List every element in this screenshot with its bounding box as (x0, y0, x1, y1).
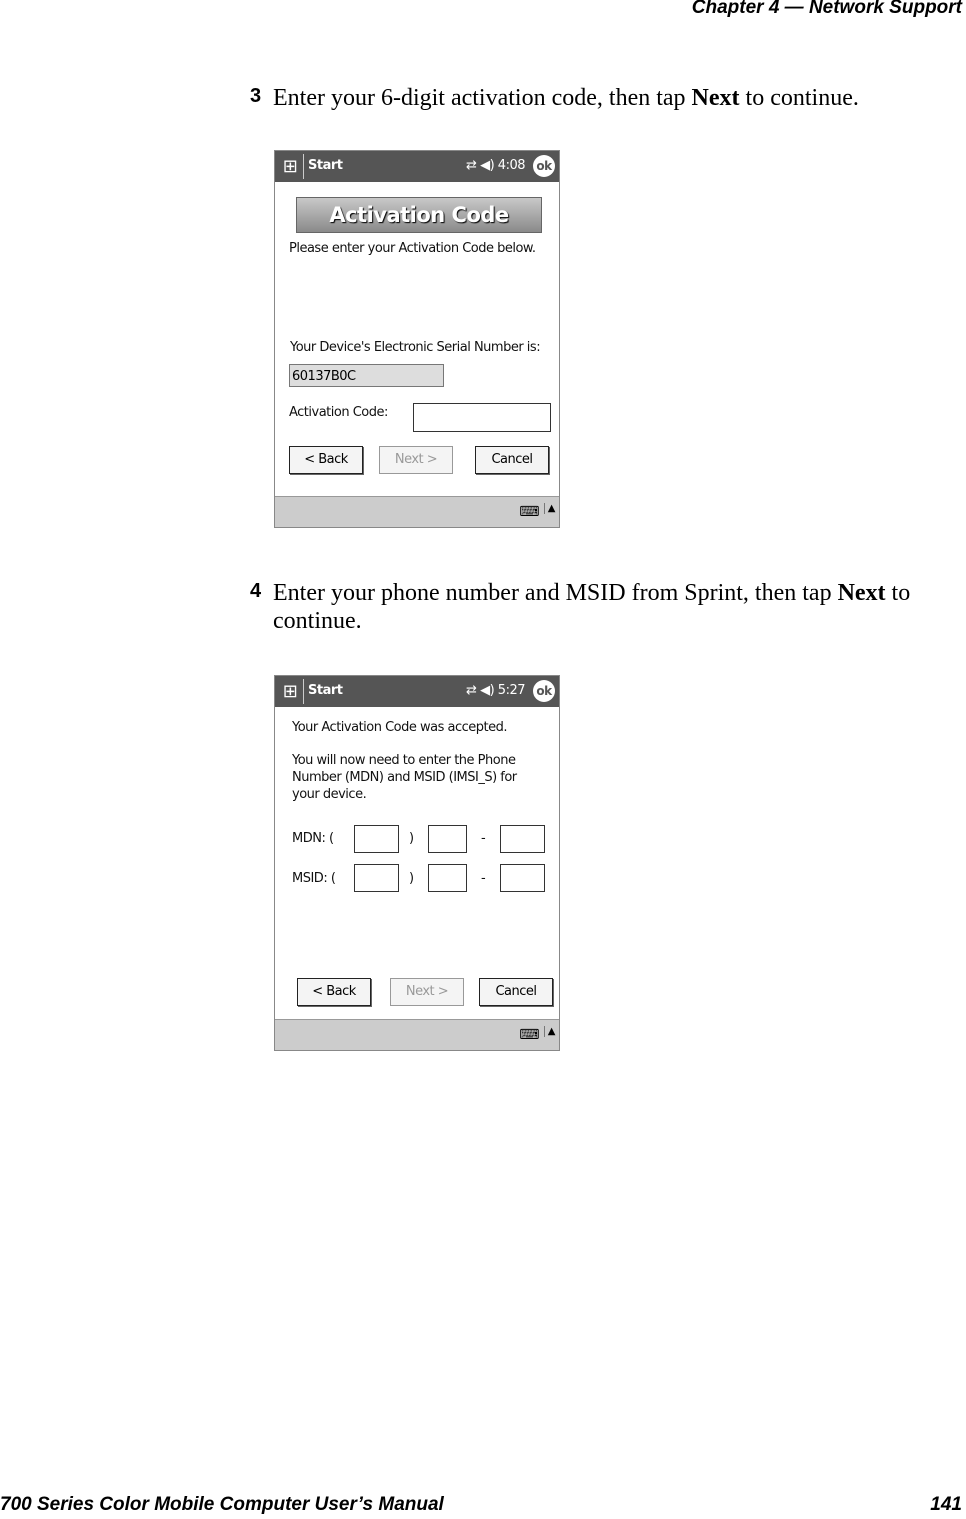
mdn-area-code-input[interactable] (354, 825, 399, 853)
dash: - (481, 871, 486, 886)
menu-bar: ⌨ ▲ (275, 496, 559, 527)
instruction-line: your device. (292, 787, 367, 802)
keyboard-icon[interactable]: ⌨ (519, 1027, 539, 1043)
back-button[interactable]: < Back (297, 978, 371, 1006)
step-bold: Next (837, 580, 886, 606)
mdn-label: MDN: ( (292, 831, 334, 846)
title-bar: ⊞ Start ⇄ ◀) 5:27 ok (275, 676, 559, 707)
activation-code-banner: Activation Code (296, 197, 542, 233)
paren: ) (409, 871, 414, 886)
clock: 4:08 (497, 158, 526, 173)
step-text-part: Enter your phone number and MSID from Sp… (273, 580, 838, 606)
activation-code-label: Activation Code: (289, 405, 388, 420)
step-text: Enter your 6-digit activation code, then… (273, 84, 859, 112)
msid-part1-input[interactable] (354, 864, 399, 892)
ok-button[interactable]: ok (533, 155, 555, 177)
serial-number-field: 60137B0C (289, 364, 444, 387)
start-menu[interactable]: Start (308, 158, 343, 173)
instruction-line: You will now need to enter the Phone (292, 753, 516, 768)
connectivity-icon[interactable]: ⇄ (466, 683, 477, 698)
cancel-button[interactable]: Cancel (475, 446, 549, 474)
clock: 5:27 (497, 683, 526, 698)
ok-button[interactable]: ok (533, 680, 555, 702)
step-text-part: to continue. (739, 85, 859, 111)
msid-part3-input[interactable] (500, 864, 545, 892)
speaker-icon[interactable]: ◀) (480, 158, 495, 173)
msid-part2-input[interactable] (428, 864, 467, 892)
menu-bar: ⌨ ▲ (275, 1019, 559, 1050)
step-text-part: Enter your 6-digit activation code, then… (273, 85, 692, 111)
cancel-button[interactable]: Cancel (479, 978, 553, 1006)
activation-code-input[interactable] (413, 403, 551, 432)
phone-number-screen: ⊞ Start ⇄ ◀) 5:27 ok Your Activation Cod… (274, 675, 560, 1051)
step-bold: Next (691, 85, 740, 111)
serial-label: Your Device's Electronic Serial Number i… (290, 340, 541, 355)
next-button[interactable]: Next > (379, 446, 453, 474)
prompt-text: Please enter your Activation Code below. (289, 241, 536, 256)
dash: - (481, 831, 486, 846)
mdn-line-input[interactable] (500, 825, 545, 853)
mdn-prefix-input[interactable] (428, 825, 467, 853)
start-menu[interactable]: Start (308, 683, 343, 698)
status-area: ⇄ ◀) 5:27 (466, 683, 525, 698)
connectivity-icon[interactable]: ⇄ (466, 158, 477, 173)
input-arrow-icon[interactable]: ▲ (543, 503, 556, 514)
paren: ) (409, 831, 414, 846)
windows-start-icon[interactable]: ⊞ (277, 679, 304, 704)
back-button[interactable]: < Back (289, 446, 363, 474)
msid-label: MSID: ( (292, 871, 336, 886)
step-number: 3 (250, 85, 262, 107)
page-number: 141 (930, 1494, 962, 1515)
speaker-icon[interactable]: ◀) (480, 683, 495, 698)
activation-code-screen: ⊞ Start ⇄ ◀) 4:08 ok Activation Code Ple… (274, 150, 560, 528)
step-number: 4 (250, 580, 262, 602)
next-button[interactable]: Next > (390, 978, 464, 1006)
chapter-header: Chapter 4 — Network Support (691, 0, 962, 18)
instruction-line: Number (MDN) and MSID (IMSI_S) for (292, 770, 517, 785)
step-text: Enter your phone number and MSID from Sp… (273, 579, 943, 635)
keyboard-icon[interactable]: ⌨ (519, 504, 539, 520)
manual-page: Chapter 4 — Network Support 3 Enter your… (0, 0, 966, 1519)
input-arrow-icon[interactable]: ▲ (543, 1026, 556, 1037)
manual-title-footer: 700 Series Color Mobile Computer User’s … (0, 1494, 444, 1515)
title-bar: ⊞ Start ⇄ ◀) 4:08 ok (275, 151, 559, 182)
status-area: ⇄ ◀) 4:08 (466, 158, 525, 173)
windows-start-icon[interactable]: ⊞ (277, 154, 304, 179)
accepted-message: Your Activation Code was accepted. (292, 720, 508, 735)
